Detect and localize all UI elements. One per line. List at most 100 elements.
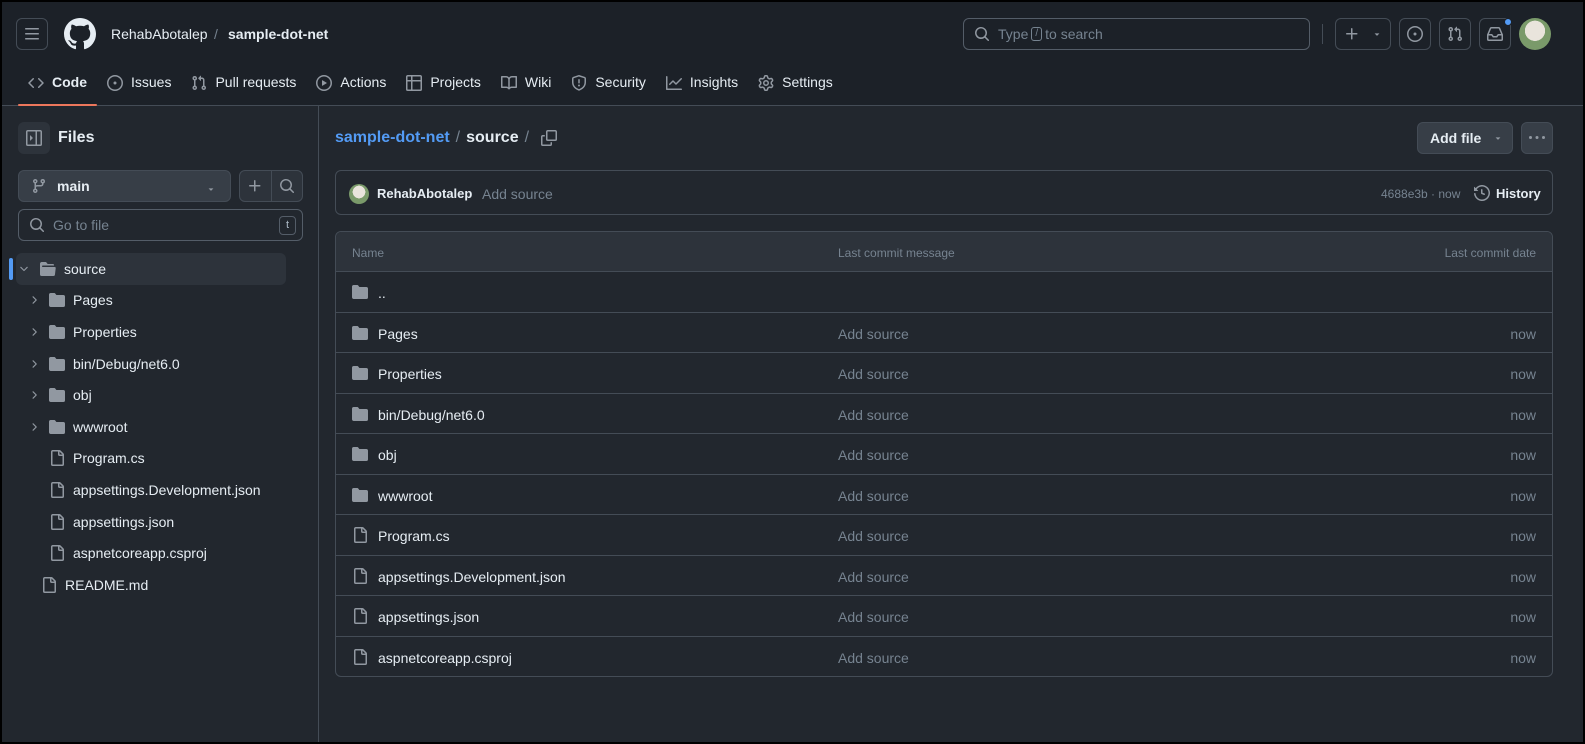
table-row[interactable]: aspnetcoreapp.csproj Add source now (336, 637, 1552, 677)
file-name-link[interactable]: obj (378, 447, 397, 463)
go-to-file-input[interactable]: Go to file t (18, 209, 303, 241)
gear-icon (758, 75, 774, 91)
table-row[interactable]: bin/Debug/net6.0 Add source now (336, 394, 1552, 434)
table-row[interactable]: Pages Add source now (336, 313, 1552, 353)
tab-wiki[interactable]: Wiki (491, 64, 561, 106)
tab-insights[interactable]: Insights (656, 64, 748, 106)
tree-item-source[interactable]: source (9, 253, 286, 285)
chevron-right-icon[interactable] (28, 421, 40, 433)
commit-author-avatar[interactable] (349, 184, 369, 204)
add-file-button[interactable]: Add file (1417, 122, 1513, 154)
file-rows: Pages Add source now Properties Add source no… (336, 313, 1552, 677)
folder-icon (352, 366, 368, 380)
tree-item-label: wwwroot (73, 418, 128, 435)
commit-message-link[interactable]: Add source (838, 326, 909, 342)
table-row[interactable]: Properties Add source now (336, 353, 1552, 394)
breadcrumb-owner[interactable]: RehabAbotalep (111, 26, 208, 42)
branch-name: main (57, 178, 90, 194)
issues-button[interactable] (1399, 18, 1431, 50)
tab-settings[interactable]: Settings (748, 64, 843, 106)
table-row[interactable]: obj Add source now (336, 434, 1552, 475)
search-files-button[interactable] (272, 171, 303, 201)
tree-item-label: appsettings.json (73, 513, 175, 530)
tree-item[interactable]: bin/Debug/net6.0 (2, 348, 302, 380)
chevron-right-icon[interactable] (28, 294, 40, 306)
table-row[interactable]: appsettings.Development.json Add source no… (336, 556, 1552, 596)
github-logo-icon[interactable] (64, 18, 96, 50)
commit-message-link[interactable]: Add source (838, 569, 909, 585)
breadcrumb-repo[interactable]: sample-dot-net (228, 26, 328, 42)
menu-button[interactable] (16, 18, 48, 50)
tab-code[interactable]: Code (18, 64, 97, 106)
breadcrumb-separator: / (214, 26, 218, 42)
tree-item[interactable]: obj (2, 379, 302, 411)
tree-item[interactable]: README.md (2, 569, 302, 601)
tab-pull-requests[interactable]: Pull requests (181, 64, 306, 106)
pull-requests-button[interactable] (1439, 18, 1471, 50)
tree-item[interactable]: aspnetcoreapp.csproj (2, 537, 302, 569)
repo-nav-tabs: Code Issues Pull requests Actions Projec… (18, 64, 843, 106)
table-row[interactable]: appsettings.json Add source now (336, 596, 1552, 637)
tree-item[interactable]: Program.cs (2, 443, 302, 475)
commit-message-link[interactable]: Add source (838, 488, 909, 504)
file-name-link[interactable]: Program.cs (378, 528, 450, 544)
file-name-link[interactable]: bin/Debug/net6.0 (378, 407, 485, 423)
commit-message-link[interactable]: Add source (838, 650, 909, 666)
chevron-right-icon[interactable] (28, 358, 40, 370)
history-button[interactable]: History (1474, 185, 1541, 201)
chevron-down-icon[interactable] (18, 263, 30, 275)
copy-icon[interactable] (541, 130, 558, 146)
branch-selector[interactable]: main (18, 170, 231, 202)
tree-item[interactable]: Pages (2, 285, 302, 317)
tab-security[interactable]: Security (561, 64, 656, 106)
file-name-link[interactable]: appsettings.json (378, 609, 479, 625)
search-input[interactable]: Type / to search (963, 18, 1310, 50)
tab-label: Pull requests (215, 74, 297, 90)
go-to-file-placeholder: Go to file (53, 217, 110, 233)
play-icon (316, 75, 333, 91)
commit-author[interactable]: RehabAbotalep (377, 186, 472, 201)
parent-directory-link[interactable]: .. (378, 285, 386, 301)
add-file-sidebar-button[interactable] (240, 171, 272, 201)
tree-item[interactable]: wwwroot (2, 411, 302, 443)
commit-message-link[interactable]: Add source (838, 407, 909, 423)
tab-label: Security (595, 74, 646, 90)
commit-message-link[interactable]: Add source (838, 366, 909, 382)
collapse-sidebar-button[interactable] (18, 122, 50, 154)
file-name-link[interactable]: aspnetcoreapp.csproj (378, 650, 512, 666)
file-icon (51, 513, 64, 530)
path-repo-link[interactable]: sample-dot-net (335, 129, 450, 147)
tree-item[interactable]: Properties (2, 316, 302, 348)
tree-item[interactable]: appsettings.json (2, 506, 302, 538)
tab-projects[interactable]: Projects (396, 64, 491, 106)
file-name-link[interactable]: appsettings.Development.json (378, 569, 566, 585)
search-suffix: to search (1045, 26, 1103, 42)
folder-icon (49, 419, 65, 434)
commit-message[interactable]: Add source (482, 186, 553, 202)
file-name-link[interactable]: wwwroot (378, 488, 432, 504)
tab-issues[interactable]: Issues (97, 64, 181, 106)
user-avatar[interactable] (1519, 18, 1551, 50)
tab-label: Settings (782, 74, 833, 90)
tree-item[interactable]: appsettings.Development.json (2, 474, 302, 506)
chevron-right-icon[interactable] (28, 326, 40, 338)
add-file-label: Add file (1430, 130, 1482, 146)
commit-message-link[interactable]: Add source (838, 609, 909, 625)
notification-dot (1504, 18, 1512, 26)
parent-directory-row[interactable]: .. (336, 272, 1552, 313)
more-options-button[interactable] (1521, 122, 1553, 154)
table-row[interactable]: wwwroot Add source now (336, 475, 1552, 515)
file-name-link[interactable]: Pages (378, 326, 418, 342)
tab-actions[interactable]: Actions (306, 64, 396, 106)
table-row[interactable]: Program.cs Add source now (336, 515, 1552, 556)
commit-message-link[interactable]: Add source (838, 447, 909, 463)
file-name-link[interactable]: Properties (378, 366, 442, 382)
file-icon (51, 450, 64, 467)
chevron-right-icon[interactable] (28, 389, 40, 401)
create-new-button[interactable] (1335, 18, 1391, 50)
app-window: RehabAbotalep / sample-dot-net Type / to… (0, 0, 1585, 744)
commit-sha-time[interactable]: 4688e3b · now (1381, 187, 1460, 201)
path-current: source (466, 129, 519, 146)
commit-message-link[interactable]: Add source (838, 528, 909, 544)
graph-icon (665, 76, 682, 90)
